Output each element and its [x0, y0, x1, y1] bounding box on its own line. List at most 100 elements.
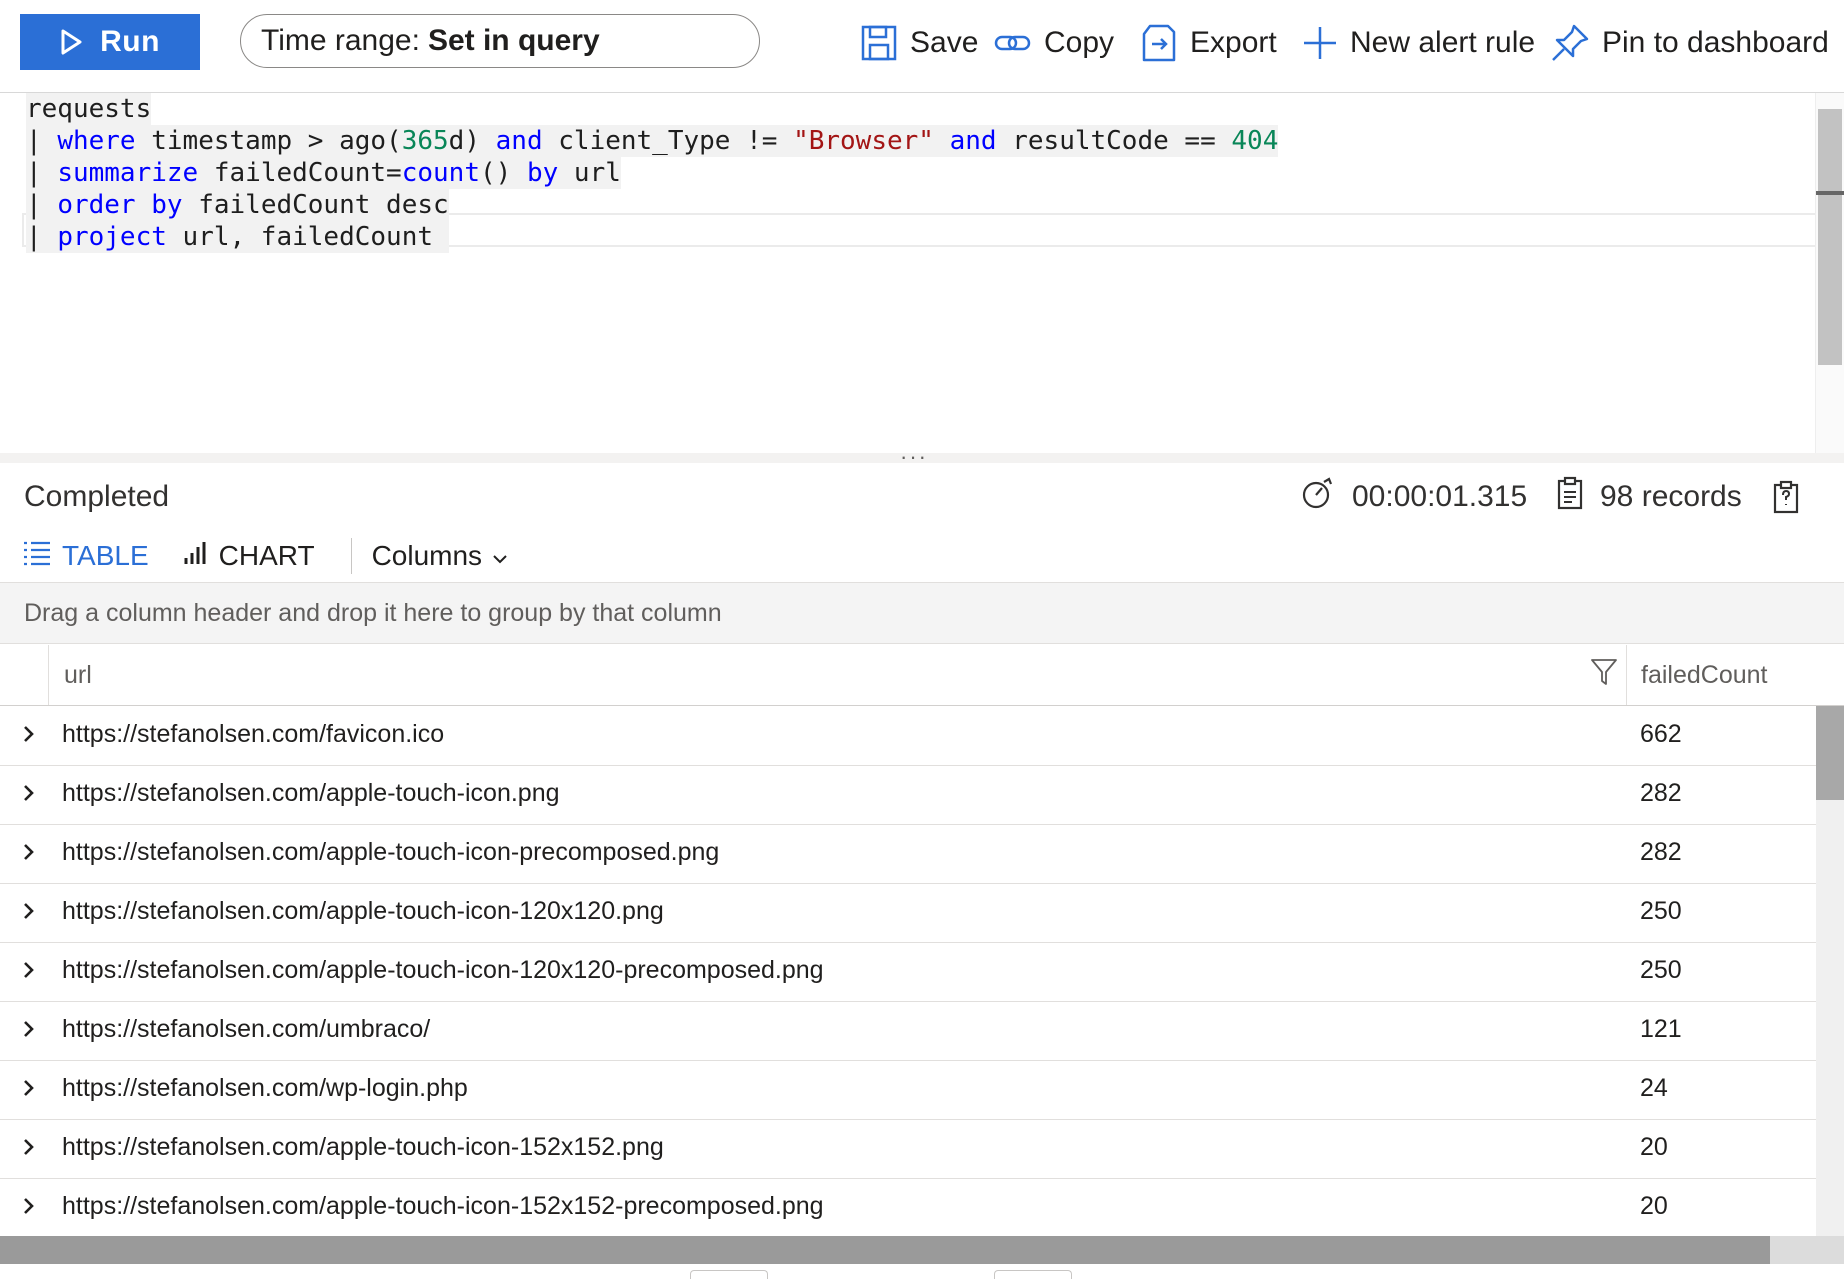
- group-by-drop-zone[interactable]: Drag a column header and drop it here to…: [0, 582, 1844, 644]
- bar-chart-icon: [183, 540, 209, 573]
- query-line-5: | project url, failedCount: [26, 221, 449, 253]
- tab-table[interactable]: TABLE: [22, 540, 149, 573]
- save-label: Save: [910, 26, 979, 59]
- plus-icon: [1302, 25, 1338, 61]
- chevron-down-icon: [492, 540, 508, 572]
- chevron-right-icon[interactable]: [22, 724, 36, 749]
- chevron-right-icon[interactable]: [22, 1019, 36, 1044]
- link-icon: [994, 28, 1032, 58]
- cell-url: https://stefanolsen.com/apple-touch-icon…: [62, 1133, 664, 1161]
- stopwatch-icon: [1300, 476, 1334, 518]
- query-line-4: | order by failedCount desc: [26, 189, 449, 221]
- splitter-grip-icon[interactable]: ···: [900, 444, 928, 470]
- list-icon: [22, 540, 52, 573]
- cell-url: https://stefanolsen.com/apple-touch-icon…: [62, 897, 664, 925]
- table-header: url failedCount: [0, 645, 1844, 706]
- toolbar: Run Time range: Set in query Save Copy E…: [0, 0, 1844, 93]
- duration-value: 00:00:01.315: [1352, 480, 1528, 513]
- tab-chart-label: CHART: [218, 540, 315, 571]
- expand-column-header: [0, 645, 49, 705]
- pin-to-dashboard-button[interactable]: Pin to dashboard: [1550, 18, 1829, 68]
- table-horizontal-scrollbar-thumb[interactable]: [0, 1236, 1770, 1264]
- query-duration: 00:00:01.315: [1300, 476, 1527, 518]
- copy-label: Copy: [1044, 26, 1115, 59]
- cell-url: https://stefanolsen.com/favicon.ico: [62, 720, 445, 748]
- time-range-picker[interactable]: Time range: Set in query: [240, 14, 760, 68]
- cell-failedcount: 662: [1640, 720, 1682, 748]
- columns-dropdown[interactable]: Columns: [372, 540, 508, 572]
- table-row[interactable]: https://stefanolsen.com/apple-touch-icon…: [0, 765, 1816, 825]
- cell-failedcount: 24: [1640, 1074, 1668, 1102]
- tab-chart[interactable]: CHART: [183, 540, 315, 573]
- column-header-url[interactable]: url: [64, 661, 92, 690]
- cell-failedcount: 250: [1640, 897, 1682, 925]
- play-icon: [60, 29, 82, 55]
- query-status: Completed: [24, 480, 170, 513]
- table-row[interactable]: https://stefanolsen.com/wp-login.php 24: [0, 1060, 1816, 1120]
- table-row[interactable]: https://stefanolsen.com/apple-touch-icon…: [0, 942, 1816, 1002]
- table-body: https://stefanolsen.com/favicon.ico 662 …: [0, 706, 1816, 1236]
- cell-failedcount: 20: [1640, 1192, 1668, 1220]
- cell-url: https://stefanolsen.com/umbraco/: [62, 1015, 431, 1043]
- editor-scrollbar-thumb[interactable]: [1818, 109, 1842, 365]
- cell-url: https://stefanolsen.com/apple-touch-icon…: [62, 779, 560, 807]
- column-header-failedcount[interactable]: failedCount: [1641, 661, 1767, 690]
- editor-scrollbar-marker: [1816, 191, 1844, 195]
- records-value: 98 records: [1600, 480, 1742, 513]
- table-row[interactable]: https://stefanolsen.com/apple-touch-icon…: [0, 1178, 1816, 1236]
- query-line-2: | where timestamp > ago(365d) and client…: [26, 125, 1279, 157]
- query-line-1: requests: [26, 93, 152, 125]
- chevron-right-icon[interactable]: [22, 1137, 36, 1162]
- cell-url: https://stefanolsen.com/apple-touch-icon…: [62, 838, 720, 866]
- table-vertical-scrollbar-thumb[interactable]: [1816, 706, 1844, 800]
- cell-failedcount: 20: [1640, 1133, 1668, 1161]
- new-alert-label: New alert rule: [1350, 26, 1536, 59]
- chevron-right-icon[interactable]: [22, 1196, 36, 1221]
- time-range-label: Time range:: [261, 24, 420, 57]
- chevron-right-icon[interactable]: [22, 901, 36, 926]
- pin-label: Pin to dashboard: [1602, 26, 1829, 59]
- table-row[interactable]: https://stefanolsen.com/umbraco/ 121: [0, 1001, 1816, 1061]
- pager-button[interactable]: [994, 1270, 1072, 1279]
- copy-button[interactable]: Copy: [994, 18, 1114, 68]
- export-button[interactable]: Export: [1140, 18, 1277, 68]
- table-row[interactable]: https://stefanolsen.com/apple-touch-icon…: [0, 1119, 1816, 1179]
- chevron-right-icon[interactable]: [22, 1078, 36, 1103]
- new-alert-rule-button[interactable]: New alert rule: [1302, 18, 1535, 68]
- copy-results-icon[interactable]: [1772, 480, 1800, 519]
- save-button[interactable]: Save: [860, 18, 978, 68]
- export-icon: [1140, 22, 1178, 64]
- export-label: Export: [1190, 26, 1277, 59]
- result-view-tabs: TABLE CHART Columns: [22, 535, 508, 577]
- run-label: Run: [100, 25, 160, 58]
- tab-table-label: TABLE: [62, 540, 149, 571]
- table-horizontal-scrollbar-track[interactable]: [1770, 1236, 1844, 1264]
- cell-url: https://stefanolsen.com/wp-login.php: [62, 1074, 468, 1102]
- chevron-right-icon[interactable]: [22, 783, 36, 808]
- cell-url: https://stefanolsen.com/apple-touch-icon…: [62, 956, 824, 984]
- table-row[interactable]: https://stefanolsen.com/apple-touch-icon…: [0, 824, 1816, 884]
- query-editor[interactable]: requests | where timestamp > ago(365d) a…: [0, 93, 1844, 453]
- pager-button[interactable]: [690, 1270, 768, 1279]
- save-icon: [860, 24, 898, 62]
- cell-url: https://stefanolsen.com/apple-touch-icon…: [62, 1192, 824, 1220]
- cell-failedcount: 121: [1640, 1015, 1682, 1043]
- bottom-strip: [0, 1264, 1844, 1276]
- pin-icon: [1550, 23, 1590, 63]
- table-row[interactable]: https://stefanolsen.com/apple-touch-icon…: [0, 883, 1816, 943]
- cell-failedcount: 282: [1640, 838, 1682, 866]
- chevron-right-icon[interactable]: [22, 842, 36, 867]
- table-row[interactable]: https://stefanolsen.com/favicon.ico 662: [0, 706, 1816, 766]
- run-button[interactable]: Run: [20, 14, 200, 70]
- filter-icon[interactable]: [1590, 657, 1618, 692]
- cell-failedcount: 250: [1640, 956, 1682, 984]
- group-hint-text: Drag a column header and drop it here to…: [24, 598, 722, 627]
- tab-separator: [350, 538, 352, 574]
- clipboard-icon: [1556, 476, 1584, 518]
- column-divider[interactable]: [1626, 645, 1627, 705]
- cell-failedcount: 282: [1640, 779, 1682, 807]
- columns-label: Columns: [371, 540, 483, 571]
- query-line-3: | summarize failedCount=count() by url: [26, 157, 621, 189]
- record-count: 98 records: [1556, 476, 1742, 518]
- chevron-right-icon[interactable]: [22, 960, 36, 985]
